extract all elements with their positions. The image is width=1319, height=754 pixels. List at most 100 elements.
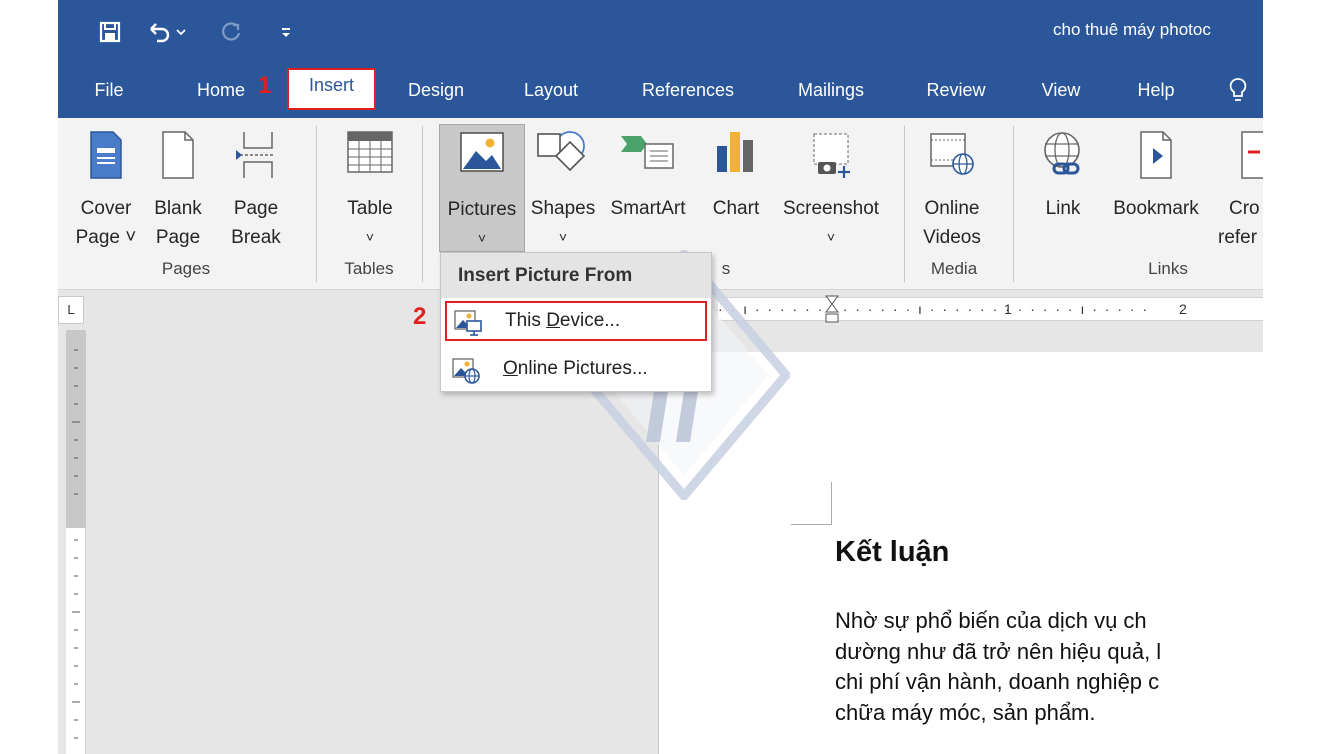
group-label-illustrations: s xyxy=(721,259,731,278)
tab-design[interactable]: Design xyxy=(396,72,476,110)
tab-insert[interactable]: Insert xyxy=(287,68,376,110)
insert-picture-menu: Insert Picture From This Device... Onlin… xyxy=(440,252,712,392)
screenshot-button[interactable]: Screenshot ˅ xyxy=(776,118,886,258)
tab-mailings[interactable]: Mailings xyxy=(784,72,878,110)
bookmark-label: Bookmark xyxy=(1113,198,1199,219)
smartart-button[interactable]: SmartArt xyxy=(604,118,692,258)
paragraph-line: chữa máy móc, sản phẩm. xyxy=(835,699,1096,725)
pictures-button[interactable]: Pictures ˅ xyxy=(439,124,525,252)
paragraph-line: Nhờ sự phổ biến của dịch vụ ch xyxy=(835,608,1147,633)
margin-corner-mark xyxy=(831,482,832,524)
pictures-chevron: ˅ xyxy=(477,230,487,246)
word-window: cho thuê máy photoc File Home Insert Des… xyxy=(58,0,1263,754)
bookmark-icon xyxy=(1139,130,1173,189)
blank-page-icon xyxy=(161,130,195,189)
customize-icon[interactable] xyxy=(272,16,300,48)
page-break-label: Page xyxy=(233,198,279,219)
pictures-icon xyxy=(459,131,505,182)
vertical-ruler[interactable] xyxy=(66,330,86,754)
cover-page-label-2: Page ˅ xyxy=(75,227,137,248)
cross-reference-button[interactable]: Cro refer xyxy=(1218,118,1263,258)
screenshot: cho thuê máy photoc File Home Insert Des… xyxy=(0,0,1319,754)
save-icon[interactable] xyxy=(96,16,124,48)
cross-reference-label: Cro xyxy=(1229,198,1260,219)
chart-button[interactable]: Chart xyxy=(702,118,770,258)
tab-help[interactable]: Help xyxy=(1126,72,1186,110)
online-pictures-icon xyxy=(451,357,481,391)
chart-label: Chart xyxy=(712,198,760,219)
screenshot-label: Screenshot xyxy=(782,198,880,219)
tell-me-icon[interactable] xyxy=(1224,74,1252,106)
document-paragraph[interactable]: Nhờ sự phổ biến của dịch vụ ch dường như… xyxy=(835,606,1263,728)
undo-dropdown-icon[interactable] xyxy=(172,16,190,48)
cover-page-label: Cover xyxy=(80,198,132,219)
this-device-label: This Device... xyxy=(505,310,621,331)
screenshot-chevron: ˅ xyxy=(826,229,836,245)
horizontal-ruler[interactable]: · · ı · · · · · · · · · · · · · ı · · · … xyxy=(718,295,1263,323)
margin-corner-mark xyxy=(791,524,832,525)
group-label-links: Links xyxy=(1148,259,1188,278)
blank-page-button[interactable]: Blank Page xyxy=(150,118,206,258)
redo-icon[interactable] xyxy=(218,16,246,48)
online-pictures-label: Online Pictures... xyxy=(503,358,648,379)
table-button[interactable]: Table ˅ xyxy=(334,118,406,258)
cross-reference-label-2: refer xyxy=(1218,227,1258,248)
online-pictures-menu-item[interactable]: Online Pictures... xyxy=(445,349,707,389)
ruler-mark-1: 1 xyxy=(1004,301,1012,317)
shapes-icon xyxy=(536,130,590,191)
ribbon-separator xyxy=(904,126,905,282)
ribbon-separator xyxy=(422,126,423,282)
chart-icon xyxy=(713,130,759,183)
blank-page-label-2: Page xyxy=(155,227,201,248)
step-1-marker: 1 xyxy=(258,72,272,99)
ribbon-separator xyxy=(316,126,317,282)
smartart-label: SmartArt xyxy=(610,198,686,219)
tab-selector[interactable]: L xyxy=(58,296,84,324)
screenshot-icon xyxy=(806,130,856,189)
ruler-ticks: · · ı · · · · · · · · · · · · · ı · · · … xyxy=(718,301,1150,317)
link-label: Link xyxy=(1045,198,1081,219)
link-icon xyxy=(1040,130,1086,187)
ruler-ticks-vertical xyxy=(72,349,80,739)
step-2-marker: 2 xyxy=(413,303,427,330)
online-videos-button[interactable]: Online Videos xyxy=(918,118,986,258)
cross-reference-icon xyxy=(1240,130,1263,189)
document-heading[interactable]: Kết luận xyxy=(835,536,949,569)
page-break-button[interactable]: Page Break xyxy=(228,118,284,258)
shapes-chevron: ˅ xyxy=(558,229,568,245)
blank-page-label: Blank xyxy=(154,198,202,219)
online-videos-label: Online xyxy=(924,198,980,219)
online-videos-label-2: Videos xyxy=(923,227,981,248)
page-break-label-2: Break xyxy=(231,227,281,248)
title-bar: cho thuê máy photoc File Home Insert Des… xyxy=(58,0,1263,118)
tab-layout[interactable]: Layout xyxy=(510,72,592,110)
tab-view[interactable]: View xyxy=(1031,72,1091,110)
menu-title: Insert Picture From xyxy=(441,253,711,298)
group-label-tables: Tables xyxy=(344,259,394,278)
group-label-pages: Pages xyxy=(161,259,211,278)
cover-page-button[interactable]: Cover Page ˅ xyxy=(74,118,138,258)
bookmark-button[interactable]: Bookmark xyxy=(1104,118,1208,258)
paragraph-line: chi phí vận hành, doanh nghiệp c xyxy=(835,669,1160,694)
undo-icon[interactable] xyxy=(146,16,174,48)
page-break-icon xyxy=(236,130,276,189)
online-videos-icon xyxy=(927,130,977,187)
group-label-media: Media xyxy=(930,259,978,278)
shapes-button[interactable]: Shapes ˅ xyxy=(528,118,598,258)
smartart-icon xyxy=(619,130,677,183)
tab-home[interactable]: Home xyxy=(186,72,256,110)
cover-page-icon xyxy=(89,130,123,189)
shapes-label: Shapes xyxy=(530,198,596,219)
table-chevron: ˅ xyxy=(365,229,375,245)
window-title: cho thuê máy photoc xyxy=(1053,20,1211,39)
link-button[interactable]: Link xyxy=(1032,118,1094,258)
table-label: Table xyxy=(347,198,393,219)
indent-marker[interactable] xyxy=(824,294,840,327)
pictures-label: Pictures xyxy=(447,199,517,220)
ruler-mark-2: 2 xyxy=(1179,301,1187,317)
this-device-menu-item[interactable]: This Device... xyxy=(445,301,707,341)
tab-references[interactable]: References xyxy=(630,72,746,110)
tab-review[interactable]: Review xyxy=(915,72,997,110)
tab-file[interactable]: File xyxy=(80,72,138,110)
ribbon-separator xyxy=(1013,126,1014,282)
